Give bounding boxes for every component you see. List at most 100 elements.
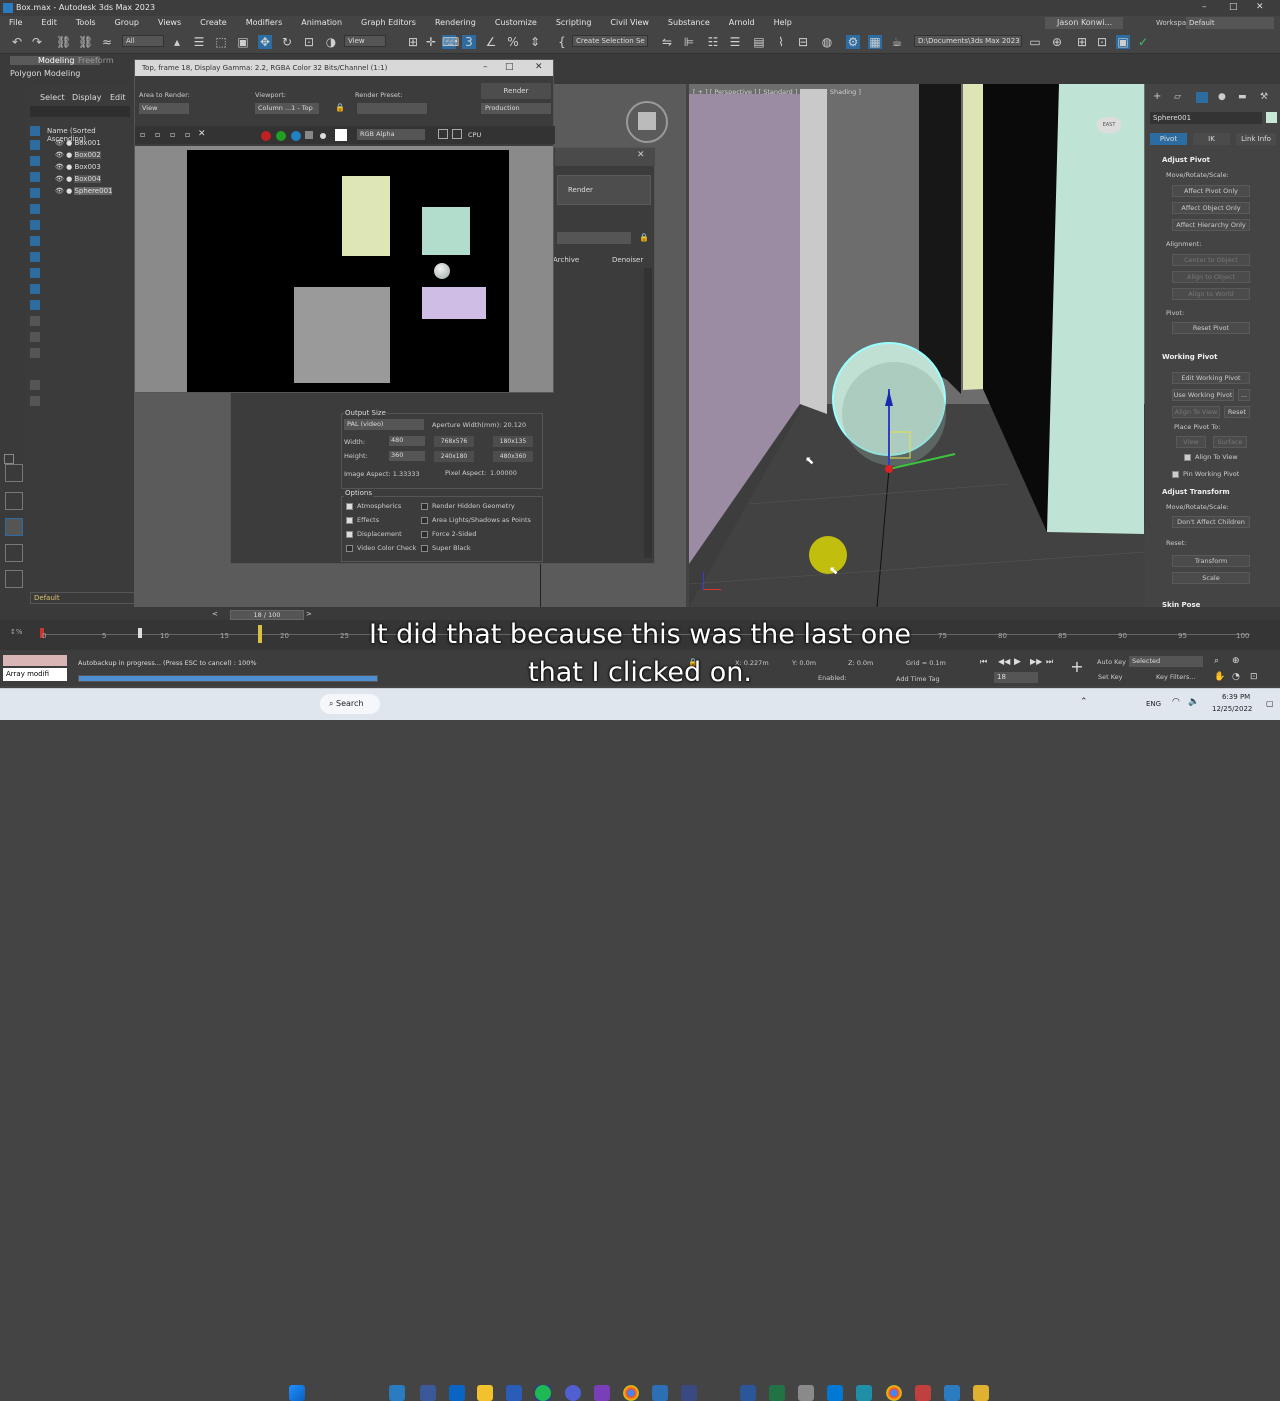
tray-chevron-icon[interactable]: ⌃: [1080, 697, 1088, 707]
checkbox[interactable]: [346, 502, 353, 510]
viewcube-small[interactable]: EAST: [1097, 117, 1121, 133]
green-channel-icon[interactable]: [276, 131, 286, 141]
lock-icon[interactable]: 🔒: [639, 233, 649, 242]
maximize-button[interactable]: □: [1229, 2, 1238, 12]
explorer-tab-edit[interactable]: Edit: [110, 93, 126, 102]
app-icon[interactable]: [420, 1385, 436, 1401]
link-icon[interactable]: ⛓: [56, 35, 71, 49]
material-editor-icon[interactable]: ◍: [820, 35, 834, 49]
option-force-2sided[interactable]: Force 2-Sided: [421, 530, 476, 538]
option-effects[interactable]: Effects: [346, 516, 379, 524]
blue-channel-icon[interactable]: [291, 131, 301, 141]
display-geometry-icon[interactable]: [30, 140, 40, 150]
display-cameras-icon[interactable]: [30, 188, 40, 198]
list-item[interactable]: 👁 ● Sphere001: [55, 186, 113, 197]
adjust-pivot-header[interactable]: Adjust Pivot: [1162, 156, 1210, 164]
app-icon[interactable]: [915, 1385, 931, 1401]
hierarchy-tab-icon[interactable]: [1196, 92, 1208, 103]
close-button[interactable]: ✕: [1256, 2, 1264, 12]
menu-graph-editors[interactable]: Graph Editors: [352, 16, 426, 30]
eye-icon[interactable]: 👁 ●: [55, 151, 74, 159]
perspective-viewport[interactable]: [ + ] [ Perspective ] [ Standard ] [ Def…: [689, 84, 1145, 607]
redo-icon[interactable]: ↷: [30, 35, 44, 49]
center-to-object-button[interactable]: Center to Object: [1172, 254, 1250, 266]
pivot-center-icon[interactable]: ⊞: [406, 35, 420, 49]
mono-icon[interactable]: [320, 133, 326, 139]
working-pivot-header[interactable]: Working Pivot: [1162, 353, 1217, 361]
create-tab-icon[interactable]: +: [1153, 91, 1161, 102]
render-setup-close[interactable]: ✕: [637, 150, 645, 160]
app-icon[interactable]: [798, 1385, 814, 1401]
selection-set-dropdown[interactable]: Create Selection Se: [572, 35, 648, 47]
menu-civil-view[interactable]: Civil View: [601, 16, 659, 30]
menu-help[interactable]: Help: [765, 16, 802, 30]
pin-working-pivot-checkbox[interactable]: Pin Working Pivot: [1172, 470, 1239, 478]
project-path-dropdown[interactable]: D:\Documents\3ds Max 2023: [914, 35, 1022, 47]
list-item[interactable]: 👁 ● Box002: [55, 150, 101, 161]
align-to-view-checkbox[interactable]: Align To View: [1184, 453, 1238, 461]
copy-image-icon[interactable]: ▫: [155, 130, 160, 139]
3dsmax-icon[interactable]: [856, 1385, 872, 1401]
check-icon[interactable]: ✓: [1136, 35, 1150, 49]
display-frozen-icon[interactable]: [30, 300, 40, 310]
app-icon[interactable]: [827, 1385, 843, 1401]
menu-rendering[interactable]: Rendering: [426, 16, 486, 30]
list-item[interactable]: 👁 ● Box001: [55, 138, 101, 149]
adjust-transform-header[interactable]: Adjust Transform: [1162, 488, 1230, 496]
render-window-maximize[interactable]: □: [505, 62, 514, 72]
display-children-icon[interactable]: [30, 332, 40, 342]
render-setup-scrollbar[interactable]: [644, 268, 652, 558]
reset-pivot-button[interactable]: Reset Pivot: [1172, 322, 1250, 334]
percent-snap-icon[interactable]: %: [506, 35, 520, 49]
workspace-select[interactable]: Default: [1186, 17, 1274, 29]
pixel-aspect-value[interactable]: 1.00000: [490, 469, 517, 477]
explorer-tool-icon[interactable]: [4, 454, 14, 464]
render-setup-render-button[interactable]: Render: [557, 175, 651, 205]
toggle-scene-explorer-icon[interactable]: ☷: [706, 35, 720, 49]
explorer-tab-display[interactable]: Display: [72, 93, 102, 102]
height-input[interactable]: 360: [389, 451, 425, 461]
ribbon-polygon-modeling[interactable]: Polygon Modeling: [10, 69, 80, 78]
align-to-object-button[interactable]: Align to Object: [1172, 271, 1250, 283]
rotate-icon[interactable]: ↻: [280, 35, 294, 49]
preset-180x135[interactable]: 180x135: [493, 436, 533, 447]
volume-icon[interactable]: 🔈: [1188, 697, 1199, 707]
red-channel-icon[interactable]: [261, 131, 271, 141]
select-object-icon[interactable]: ▴: [170, 35, 184, 49]
rect-selection-icon[interactable]: ⬚: [214, 35, 228, 49]
window-crossing-icon[interactable]: ▣: [236, 35, 250, 49]
display-lights-icon[interactable]: [30, 172, 40, 182]
render-mode-icon[interactable]: [438, 129, 448, 139]
modify-tab-icon[interactable]: ▱: [1174, 92, 1181, 102]
named-selection-icon[interactable]: {: [555, 35, 569, 49]
rendered-frame-window-icon[interactable]: ▦: [868, 35, 882, 49]
format-dropdown[interactable]: PAL (video): [344, 419, 424, 430]
ribbon-icon[interactable]: ▤: [752, 35, 766, 49]
undo-icon[interactable]: ↶: [10, 35, 24, 49]
menu-file[interactable]: File: [0, 16, 32, 30]
tab-pivot[interactable]: Pivot: [1150, 133, 1187, 145]
wifi-icon[interactable]: ◠: [1172, 697, 1180, 707]
width-input[interactable]: 480: [389, 436, 425, 446]
spotify-icon[interactable]: [535, 1385, 551, 1401]
mail-icon[interactable]: [449, 1385, 465, 1401]
option-super-black[interactable]: Super Black: [421, 544, 471, 552]
render-production-icon[interactable]: ☕: [890, 35, 904, 49]
option-displacement[interactable]: Displacement: [346, 530, 402, 538]
placement-icon[interactable]: ◑: [324, 35, 338, 49]
checkbox[interactable]: [421, 544, 428, 552]
save-image-icon[interactable]: ▫: [140, 130, 145, 139]
start-icon[interactable]: [289, 1385, 305, 1401]
affect-pivot-only-button[interactable]: Affect Pivot Only: [1172, 185, 1250, 197]
find-icon[interactable]: [30, 396, 40, 406]
unlink-icon[interactable]: ⛓: [78, 35, 93, 49]
mirror-icon[interactable]: ⇋: [660, 35, 674, 49]
tab-archive[interactable]: Archive: [553, 256, 579, 264]
menu-modifiers[interactable]: Modifiers: [237, 16, 293, 30]
color-swatch[interactable]: [335, 129, 347, 141]
menu-group[interactable]: Group: [106, 16, 149, 30]
list-item[interactable]: 👁 ● Box003: [55, 162, 101, 173]
menu-animation[interactable]: Animation: [292, 16, 352, 30]
render-mode-icon-2[interactable]: [452, 129, 462, 139]
ribbon-tab-freeform[interactable]: Freeform: [78, 56, 114, 65]
